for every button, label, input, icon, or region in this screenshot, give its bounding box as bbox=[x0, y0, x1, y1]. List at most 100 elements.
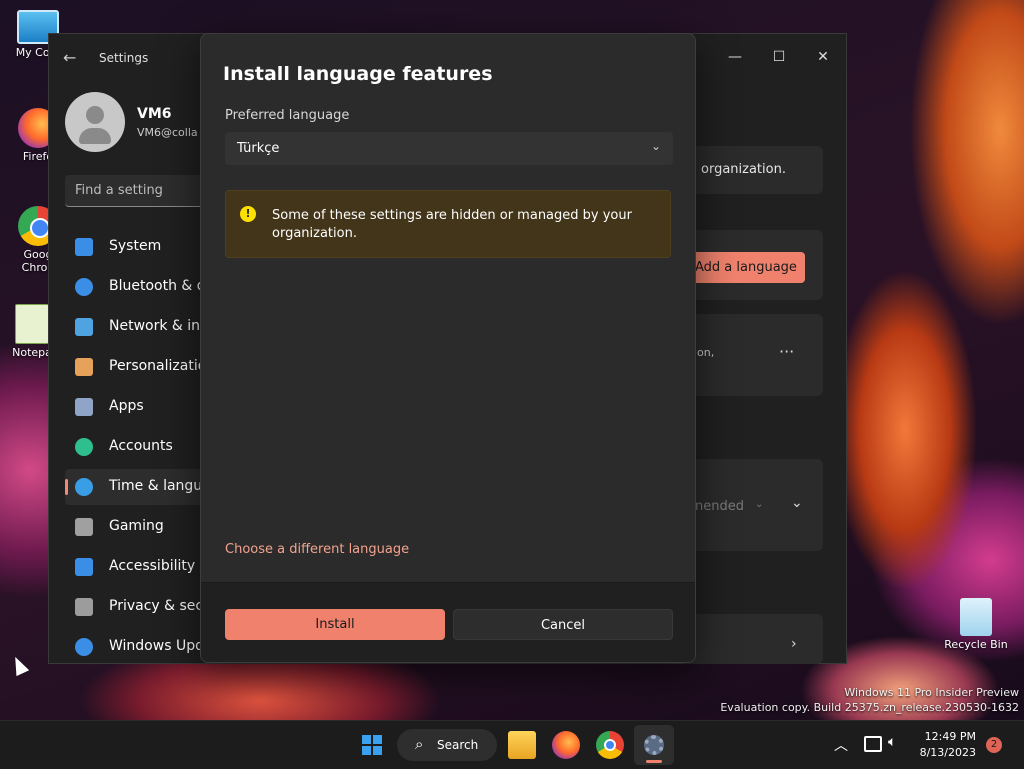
start-logo-pane bbox=[373, 735, 382, 744]
install-button[interactable]: Install bbox=[225, 609, 445, 640]
choose-different-language-link[interactable]: Choose a different language bbox=[225, 542, 409, 557]
avatar-head bbox=[86, 106, 104, 124]
sidebar-item-label: Network & inte bbox=[109, 318, 215, 334]
sidebar-item-label: Accessibility bbox=[109, 558, 196, 574]
sidebar-item-apps[interactable]: Apps bbox=[65, 389, 215, 425]
person-icon bbox=[75, 438, 93, 456]
sidebar-item-label: Bluetooth & de bbox=[109, 278, 215, 294]
add-language-button[interactable]: Add a language bbox=[691, 252, 805, 283]
sidebar-item-time-langua[interactable]: Time & langua bbox=[65, 469, 215, 505]
watermark-line-1: Windows 11 Pro Insider Preview bbox=[844, 686, 1019, 699]
search-icon: ⌕ bbox=[415, 735, 424, 753]
clock-date: 8/13/2023 bbox=[919, 746, 976, 759]
windows-watermark: Windows 11 Pro Insider Preview Evaluatio… bbox=[720, 685, 1019, 715]
taskbar-search-label: Search bbox=[437, 738, 479, 752]
chevron-right-icon: › bbox=[791, 636, 797, 652]
language-item-card: on, ··· bbox=[679, 314, 823, 396]
chevron-up-icon[interactable]: ︿ bbox=[834, 735, 848, 755]
close-button[interactable]: ✕ bbox=[801, 42, 845, 72]
more-options-icon[interactable]: ··· bbox=[779, 342, 794, 361]
wifi-icon bbox=[75, 318, 93, 336]
start-logo-pane bbox=[373, 746, 382, 755]
sidebar-item-bluetooth-de[interactable]: Bluetooth & de bbox=[65, 269, 215, 305]
monitor-icon bbox=[75, 238, 93, 256]
sidebar-item-label: Gaming bbox=[109, 518, 164, 534]
avatar-body bbox=[79, 128, 111, 144]
expand-chevron-icon[interactable]: ⌄ bbox=[791, 495, 803, 511]
sidebar-item-label: System bbox=[109, 238, 162, 254]
network-icon[interactable] bbox=[864, 736, 882, 752]
cancel-button[interactable]: Cancel bbox=[453, 609, 673, 640]
notepad-icon bbox=[15, 304, 49, 344]
search-placeholder: Find a setting bbox=[75, 183, 163, 198]
bluetooth-icon bbox=[75, 278, 93, 296]
sidebar-item-gaming[interactable]: Gaming bbox=[65, 509, 215, 545]
managed-settings-warning: ! Some of these settings are hidden or m… bbox=[225, 190, 671, 258]
shield-icon bbox=[75, 598, 93, 616]
sidebar-item-accounts[interactable]: Accounts bbox=[65, 429, 215, 465]
sidebar-item-accessibility[interactable]: Accessibility bbox=[65, 549, 215, 585]
regional-card: nended ⌄ ⌄ bbox=[679, 459, 823, 551]
preferred-languages-card: Add a language bbox=[679, 230, 823, 300]
user-email: VM6@colla bbox=[137, 126, 198, 139]
chrome-center bbox=[604, 739, 616, 751]
warning-icon: ! bbox=[240, 206, 256, 222]
recycle-bin-icon bbox=[960, 598, 992, 636]
clock-time: 12:49 PM bbox=[924, 730, 976, 743]
firefox-icon[interactable] bbox=[552, 731, 580, 759]
volume-icon[interactable]: 🔈︎ bbox=[888, 734, 896, 750]
accessibility-icon bbox=[75, 558, 93, 576]
mouse-cursor-icon bbox=[8, 653, 30, 677]
dropdown-partial[interactable]: nended bbox=[695, 499, 744, 514]
sidebar-item-personalization[interactable]: Personalization bbox=[65, 349, 215, 385]
start-logo-pane bbox=[362, 735, 371, 744]
preferred-language-label: Preferred language bbox=[225, 108, 350, 123]
clock[interactable]: 12:49 PM 8/13/2023 bbox=[920, 729, 976, 761]
chevron-down-icon: ⌄ bbox=[650, 139, 661, 153]
org-text: organization. bbox=[701, 162, 786, 177]
user-name: VM6 bbox=[137, 106, 172, 122]
add-language-label: Add a language bbox=[695, 260, 797, 275]
notification-badge[interactable]: 2 bbox=[986, 737, 1002, 753]
dialog-title: Install language features bbox=[223, 63, 493, 85]
sidebar-item-label: Privacy & secu bbox=[109, 598, 212, 614]
gear-icon bbox=[644, 735, 664, 755]
sidebar-item-windows-upda[interactable]: Windows Upda bbox=[65, 629, 215, 665]
sidebar-item-label: Time & langua bbox=[109, 478, 211, 494]
sidebar-item-label: Accounts bbox=[109, 438, 173, 454]
gamepad-icon bbox=[75, 518, 93, 536]
install-language-dialog: Install language features Preferred lang… bbox=[200, 33, 696, 663]
dropdown-chevron-icon: ⌄ bbox=[755, 499, 764, 510]
globe-clock-icon bbox=[75, 478, 93, 496]
sidebar-item-privacy-secu[interactable]: Privacy & secu bbox=[65, 589, 215, 625]
desktop-icon-label: Recycle Bin bbox=[944, 638, 1008, 651]
sidebar-item-label: Windows Upda bbox=[109, 638, 213, 654]
sidebar-item-label: Apps bbox=[109, 398, 144, 414]
taskbar: ⌕ Search ︿ 🔈︎ 12:49 PM 8/13/2023 2 bbox=[0, 720, 1024, 769]
preferred-language-value: Türkçe bbox=[237, 141, 280, 156]
update-icon bbox=[75, 638, 93, 656]
back-arrow-icon[interactable]: ← bbox=[63, 48, 76, 67]
warning-text: Some of these settings are hidden or man… bbox=[272, 208, 632, 241]
language-item-partial: on, bbox=[697, 346, 715, 359]
info-card: organization. bbox=[679, 146, 823, 194]
dialog-footer: Install Cancel bbox=[201, 582, 695, 662]
settings-taskbar-button[interactable] bbox=[634, 725, 674, 765]
apps-icon bbox=[75, 398, 93, 416]
maximize-button[interactable]: ☐ bbox=[757, 42, 801, 72]
sidebar-item-network-inte[interactable]: Network & inte bbox=[65, 309, 215, 345]
brush-icon bbox=[75, 358, 93, 376]
taskbar-search[interactable]: ⌕ Search bbox=[397, 729, 497, 761]
preferred-language-select[interactable]: Türkçe ⌄ bbox=[225, 132, 673, 165]
desktop-icon-recycle-bin[interactable]: Recycle Bin bbox=[944, 598, 1008, 651]
app-title: Settings bbox=[99, 51, 149, 65]
file-explorer-icon[interactable] bbox=[508, 731, 536, 759]
sidebar-item-system[interactable]: System bbox=[65, 229, 215, 265]
bottom-card[interactable]: › bbox=[679, 614, 823, 664]
watermark-line-2: Evaluation copy. Build 25375.zn_release.… bbox=[720, 701, 1019, 714]
start-button[interactable] bbox=[358, 731, 386, 759]
avatar[interactable] bbox=[65, 92, 125, 152]
start-logo-pane bbox=[362, 746, 371, 755]
minimize-button[interactable]: — bbox=[713, 42, 757, 72]
chrome-icon[interactable] bbox=[596, 731, 624, 759]
